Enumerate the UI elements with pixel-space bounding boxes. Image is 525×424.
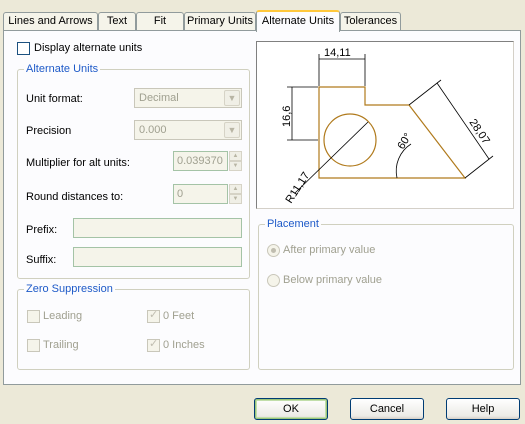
- tab-text[interactable]: Text: [98, 12, 136, 30]
- round-distances-spinner[interactable]: ▲ ▼: [229, 184, 242, 204]
- dim-right-extension-bottom: [464, 155, 494, 179]
- leading-checkbox[interactable]: [27, 310, 40, 323]
- zero-feet-label: 0 Feet: [163, 310, 195, 322]
- dim-top-text: 14,11: [324, 47, 351, 59]
- unit-format-value: Decimal: [139, 92, 179, 104]
- precision-label: Precision: [26, 125, 72, 137]
- dim-angle-text: 60°: [395, 131, 414, 151]
- tab-alternate-units[interactable]: Alternate Units: [256, 10, 340, 32]
- unit-format-select[interactable]: Decimal ▼: [134, 88, 242, 108]
- radio-selected-icon: [271, 248, 276, 253]
- prefix-input[interactable]: [73, 218, 242, 238]
- spin-up-icon[interactable]: ▲: [229, 151, 242, 161]
- trailing-checkbox[interactable]: [27, 339, 40, 352]
- suffix-input[interactable]: [73, 247, 242, 267]
- tab-label: Tolerances: [343, 15, 398, 27]
- unit-format-label: Unit format:: [26, 93, 83, 105]
- cancel-button[interactable]: Cancel: [350, 398, 424, 420]
- after-primary-label: After primary value: [283, 244, 376, 256]
- precision-value: 0.000: [139, 124, 167, 136]
- tab-label: Fit: [153, 15, 167, 27]
- multiplier-label: Multiplier for alt units:: [26, 157, 130, 169]
- preview-drawing: 14,11 16,6 28,07 60° R11,17: [281, 47, 494, 206]
- multiplier-value: 0.039370: [177, 155, 223, 167]
- zero-inches-label: 0 Inches: [163, 339, 205, 351]
- round-distances-label: Round distances to:: [26, 191, 124, 203]
- spin-up-icon[interactable]: ▲: [229, 184, 242, 194]
- suffix-label: Suffix:: [26, 254, 57, 266]
- prefix-label: Prefix:: [26, 224, 58, 236]
- check-icon: ✓: [149, 309, 159, 321]
- placement-title: Placement: [265, 217, 321, 231]
- below-primary-label: Below primary value: [283, 274, 383, 286]
- display-alternate-units-label: Display alternate units: [34, 42, 143, 54]
- display-alternate-units-checkbox[interactable]: [17, 42, 30, 55]
- dim-right-line: [436, 82, 490, 160]
- dimension-preview: 14,11 16,6 28,07 60° R11,17: [256, 41, 514, 209]
- multiplier-input[interactable]: 0.039370: [173, 151, 228, 171]
- zero-suppression-title: Zero Suppression: [24, 282, 115, 296]
- tab-fit[interactable]: Fit: [136, 12, 184, 30]
- chevron-down-icon[interactable]: ▼: [224, 122, 240, 138]
- dim-left-text: 16,6: [281, 106, 293, 127]
- ok-button[interactable]: OK: [254, 398, 328, 420]
- precision-select[interactable]: 0.000 ▼: [134, 120, 242, 140]
- help-button[interactable]: Help: [446, 398, 520, 420]
- below-primary-radio[interactable]: [267, 274, 280, 287]
- tab-lines-and-arrows[interactable]: Lines and Arrows: [3, 12, 98, 30]
- multiplier-spinner[interactable]: ▲ ▼: [229, 151, 242, 171]
- tab-label: Primary Units: [186, 15, 253, 27]
- round-distances-value: 0: [177, 188, 184, 200]
- dim-right-extension-top: [408, 79, 442, 106]
- alternate-units-title: Alternate Units: [24, 62, 101, 76]
- zero-feet-checkbox[interactable]: ✓: [147, 309, 160, 323]
- zero-suppression-group: Zero Suppression: [17, 282, 250, 370]
- leading-label: Leading: [43, 310, 83, 322]
- tab-label: Text: [106, 15, 128, 27]
- spin-down-icon[interactable]: ▼: [229, 194, 242, 204]
- tab-tolerances[interactable]: Tolerances: [340, 12, 401, 30]
- after-primary-radio[interactable]: [267, 244, 280, 257]
- trailing-label: Trailing: [43, 339, 79, 351]
- check-icon: ✓: [149, 338, 159, 350]
- round-distances-input[interactable]: 0: [173, 184, 228, 204]
- tab-primary-units[interactable]: Primary Units: [184, 12, 256, 30]
- spin-down-icon[interactable]: ▼: [229, 161, 242, 171]
- chevron-down-icon[interactable]: ▼: [224, 90, 240, 106]
- dim-radius-text: R11,17: [283, 170, 312, 206]
- tab-label: Lines and Arrows: [8, 15, 93, 27]
- tab-label: Alternate Units: [261, 15, 335, 27]
- zero-inches-checkbox[interactable]: ✓: [147, 338, 160, 352]
